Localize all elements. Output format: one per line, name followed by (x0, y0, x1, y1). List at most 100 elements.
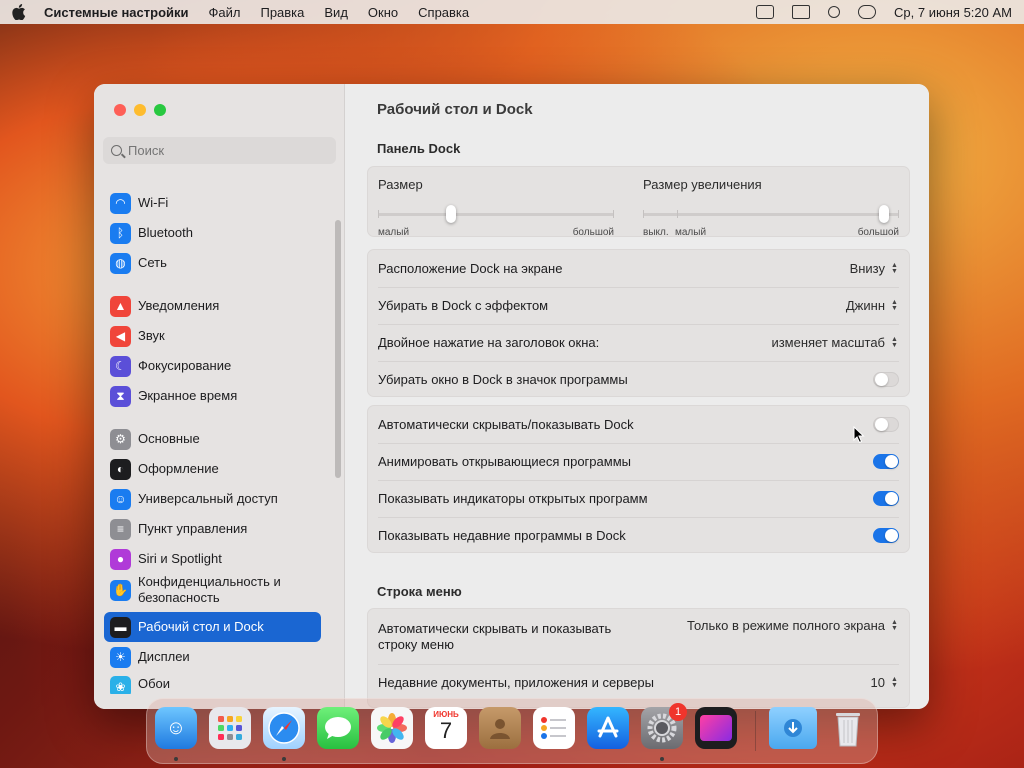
dock-behavior-row-0[interactable]: Автоматически скрывать/показывать Dock (368, 406, 909, 443)
dock-behavior-toggle-1[interactable] (873, 454, 899, 469)
globe-icon: ◍ (110, 252, 131, 274)
recent-items-row[interactable]: Недавние документы, приложения и серверы… (368, 664, 909, 701)
downloads-folder-icon[interactable] (769, 707, 817, 749)
menubar-autohide-row[interactable]: Автоматически скрывать и показывать стро… (368, 609, 909, 664)
sidebar-item-2[interactable]: ◍ Сеть (104, 248, 321, 278)
dock-option-value-2: изменяет масштаб (771, 335, 885, 350)
sidebar-item-11[interactable]: ● Siri и Spotlight (104, 544, 321, 574)
safari-icon[interactable] (263, 707, 305, 749)
accessibility-icon: ☺ (110, 488, 131, 510)
dock-behavior-row-1[interactable]: Анимировать открывающиеся программы (368, 443, 909, 480)
magnification-slider-ticks (643, 210, 899, 219)
dock-option-popup-1[interactable]: Джинн ▲ ▼ (846, 298, 899, 313)
reminders-icon[interactable] (533, 707, 575, 749)
photos-icon[interactable] (371, 707, 413, 749)
dock-option-label-1: Убирать в Dock с эффектом (378, 298, 549, 313)
dock-behavior-toggle-0[interactable] (873, 417, 899, 432)
calendar-icon[interactable]: ИЮНЬ 7 (425, 707, 467, 749)
dock-behavior-toggle-3[interactable] (873, 528, 899, 543)
sidebar-item-15[interactable]: ❀ Обои (104, 672, 321, 694)
size-slider-min: малый (378, 227, 410, 238)
sidebar-item-14[interactable]: ☀ Дисплеи (104, 642, 321, 672)
settings-notification-badge: 1 (669, 703, 687, 721)
sidebar-item-3[interactable]: ▲ Уведомления (104, 291, 321, 321)
spotlight-search-icon[interactable] (828, 6, 841, 18)
sidebar-item-1[interactable]: ᛒ Bluetooth (104, 218, 321, 248)
size-slider[interactable]: Размер малый большой (378, 177, 614, 238)
sun-icon: ☀ (110, 646, 131, 668)
sidebar-item-9[interactable]: ☺ Универсальный доступ (104, 484, 321, 514)
sidebar-item-12[interactable]: ✋ Конфиденциальность и безопасность (104, 571, 321, 609)
menu-help[interactable]: Справка (418, 5, 469, 20)
magnification-slider[interactable]: Размер увеличения выкл. малый большой (643, 177, 899, 238)
apple-icon[interactable] (12, 4, 26, 20)
size-slider-thumb[interactable] (446, 205, 456, 223)
screen-recording-app-icon[interactable] (695, 707, 737, 749)
minimize-window-button[interactable] (134, 104, 146, 116)
dock-option-popup-2[interactable]: изменяет масштаб ▲ ▼ (771, 335, 899, 350)
page-title: Рабочий стол и Dock (377, 101, 533, 118)
zoom-window-button[interactable] (154, 104, 166, 116)
dock-behavior-label-3: Показывать недавние программы в Dock (378, 528, 626, 543)
dock-option-popup-0[interactable]: Внизу ▲ ▼ (850, 261, 899, 276)
bell-icon: ▲ (110, 295, 131, 317)
sidebar-item-8[interactable]: ◐ Оформление (104, 454, 321, 484)
dock-option-row-2[interactable]: Двойное нажатие на заголовок окна: изменя… (368, 324, 909, 361)
messages-icon[interactable] (317, 707, 359, 749)
slider-tick (378, 210, 379, 218)
dock-behavior-label-1: Анимировать открывающиеся программы (378, 454, 631, 469)
menu-edit[interactable]: Правка (260, 5, 304, 20)
running-indicator (282, 757, 286, 761)
menu-file[interactable]: Файл (209, 5, 241, 20)
menu-window[interactable]: Окно (368, 5, 398, 20)
size-slider-label: Размер (378, 177, 423, 192)
sidebar-search[interactable] (103, 137, 336, 164)
battery-icon[interactable] (756, 5, 775, 19)
close-window-button[interactable] (114, 104, 126, 116)
display-mirror-icon[interactable] (792, 5, 811, 19)
dock-behavior-group: Автоматически скрывать/показывать Dock Ан… (367, 405, 910, 553)
magnification-slider-min: малый (675, 227, 707, 238)
magnification-slider-thumb[interactable] (879, 205, 889, 223)
sidebar-item-5[interactable]: ☾ Фокусирование (104, 351, 321, 381)
dock-option-row-3[interactable]: Убирать окно в Dock в значок программы (368, 361, 909, 398)
menubar-clock[interactable]: Ср, 7 июня 5:20 AM (894, 5, 1012, 20)
app-store-icon[interactable] (587, 707, 629, 749)
chevron-updown-icon: ▲ ▼ (891, 335, 898, 349)
magnification-slider-max: большой (857, 227, 899, 238)
contacts-icon[interactable] (479, 707, 521, 749)
dock-icon: ▬ (110, 616, 131, 638)
sidebar-item-0[interactable]: ◠ Wi-Fi (104, 188, 321, 218)
sidebar-item-6[interactable]: ⧗ Экранное время (104, 381, 321, 411)
launchpad-icon[interactable] (209, 707, 251, 749)
dock: ☺ ИЮНЬ 7 1 (146, 698, 878, 764)
mouse-cursor-icon (853, 426, 865, 444)
dock-behavior-label-0: Автоматически скрывать/показывать Dock (378, 417, 634, 432)
trash-icon[interactable] (827, 707, 869, 749)
finder-icon[interactable]: ☺ (155, 707, 197, 749)
menu-app-name[interactable]: Системные настройки (44, 5, 189, 20)
dock-option-toggle-3[interactable] (873, 372, 899, 387)
search-input[interactable] (128, 143, 308, 158)
menu-view[interactable]: Вид (324, 5, 348, 20)
recent-items-popup[interactable]: 10 ▲ ▼ (871, 675, 899, 690)
magnification-slider-label: Размер увеличения (643, 177, 762, 192)
dock-behavior-toggle-2[interactable] (873, 491, 899, 506)
sidebar-scrollbar[interactable] (335, 220, 341, 478)
menubar-autohide-popup[interactable]: Только в режиме полного экрана ▲ ▼ (687, 618, 899, 633)
dock-behavior-row-2[interactable]: Показывать индикаторы открытых программ (368, 480, 909, 517)
dock-option-row-0[interactable]: Расположение Dock на экране Внизу ▲ ▼ (368, 250, 909, 287)
sidebar-item-13[interactable]: ▬ Рабочий стол и Dock (104, 612, 321, 642)
sidebar-item-10[interactable]: ≡ Пункт управления (104, 514, 321, 544)
menubar-autohide-value: Только в режиме полного экрана (687, 618, 885, 633)
dock-option-row-1[interactable]: Убирать в Dock с эффектом Джинн ▲ ▼ (368, 287, 909, 324)
control-center-menubar-icon[interactable] (858, 5, 877, 19)
sidebar-item-4[interactable]: ◀ Звук (104, 321, 321, 351)
slider-tick (643, 210, 644, 218)
sidebar-item-label: Универсальный доступ (138, 491, 278, 506)
slider-tick (898, 210, 899, 218)
sidebar-item-label: Дисплеи (138, 649, 190, 664)
sidebar-item-7[interactable]: ⚙ Основные (104, 424, 321, 454)
dock-behavior-row-3[interactable]: Показывать недавние программы в Dock (368, 517, 909, 554)
running-indicator (660, 757, 664, 761)
